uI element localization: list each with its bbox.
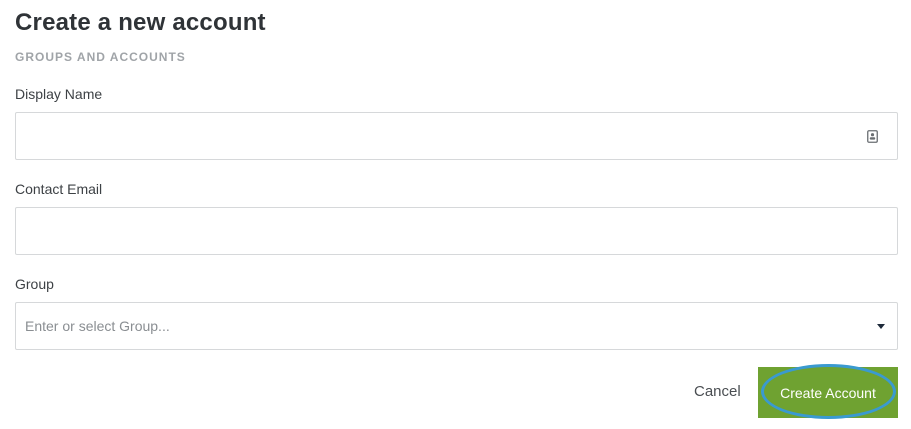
cancel-button[interactable]: Cancel bbox=[694, 383, 741, 400]
display-name-field-container bbox=[15, 112, 898, 160]
contact-card-icon[interactable] bbox=[867, 130, 878, 143]
caret-down-icon[interactable] bbox=[877, 324, 885, 329]
group-select-container[interactable] bbox=[15, 302, 898, 350]
contact-email-field-container bbox=[15, 207, 898, 255]
breadcrumb: GROUPS AND ACCOUNTS bbox=[15, 50, 186, 64]
display-name-input[interactable] bbox=[16, 113, 897, 159]
create-account-button[interactable]: Create Account bbox=[758, 367, 898, 418]
display-name-label: Display Name bbox=[15, 86, 103, 102]
group-label: Group bbox=[15, 276, 54, 292]
contact-email-input[interactable] bbox=[16, 208, 897, 254]
group-select-input[interactable] bbox=[16, 303, 897, 349]
contact-email-label: Contact Email bbox=[15, 181, 103, 197]
page-title: Create a new account bbox=[15, 9, 266, 36]
